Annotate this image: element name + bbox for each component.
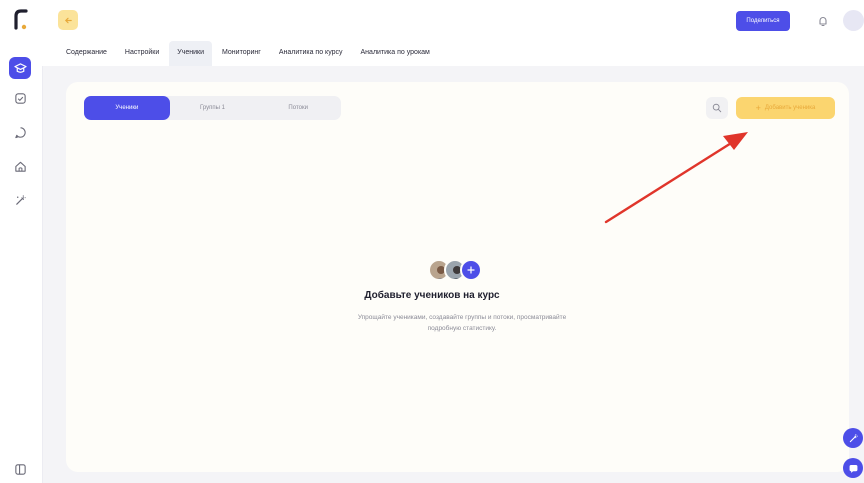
tab-students[interactable]: Ученики — [169, 41, 212, 66]
add-student-avatar[interactable] — [460, 259, 482, 281]
segment-groups[interactable]: Группы 1 — [170, 96, 256, 120]
chat-icon — [14, 126, 26, 138]
sidebar-item-messages[interactable] — [9, 121, 31, 143]
tab-lesson-analytics[interactable]: Аналитика по урокам — [353, 41, 438, 66]
checklist-icon — [14, 92, 26, 104]
chat-icon — [849, 464, 857, 473]
home-icon — [14, 161, 26, 172]
sidebar-item-home[interactable] — [9, 155, 31, 177]
plus-icon — [467, 266, 475, 274]
empty-state-description: Упрощайте учениками, создавайте группы и… — [292, 312, 632, 334]
arrow-left-icon — [64, 17, 72, 23]
sidebar-item-courses[interactable] — [9, 57, 31, 79]
magic-wand-icon — [15, 194, 26, 205]
search-icon — [712, 103, 722, 113]
empty-state-title: Добавьте учеников на курс — [364, 290, 500, 301]
bell-icon[interactable] — [816, 14, 830, 28]
support-chat-button[interactable] — [843, 458, 863, 478]
segment-streams[interactable]: Потоки — [255, 96, 341, 120]
sidebar-item-tasks[interactable] — [9, 87, 31, 109]
back-button[interactable] — [58, 10, 78, 30]
add-student-button[interactable]: + Добавить ученика — [736, 97, 835, 119]
course-tabs: Содержание Настройки Ученики Мониторинг … — [58, 41, 440, 66]
student-view-switcher: Ученики Группы 1 Потоки — [84, 96, 341, 120]
annotation-arrow — [604, 132, 748, 224]
search-button[interactable] — [706, 97, 728, 119]
sidebar-toggle[interactable] — [9, 458, 31, 480]
logo — [14, 9, 28, 30]
tab-content[interactable]: Содержание — [58, 41, 115, 66]
empty-state-description-line: подробную статистику. — [427, 325, 497, 332]
magic-wand-icon — [849, 433, 858, 442]
tab-settings[interactable]: Настройки — [117, 41, 167, 66]
tab-course-analytics[interactable]: Аналитика по курсу — [271, 41, 351, 66]
sidebar-item-ai[interactable] — [9, 189, 31, 211]
panel-icon — [14, 463, 26, 475]
tab-monitoring[interactable]: Мониторинг — [214, 41, 269, 66]
add-student-label: Добавить ученика — [764, 105, 816, 111]
user-avatar[interactable] — [843, 10, 864, 31]
top-bar: Поделиться Содержание Настройки Ученики … — [42, 0, 864, 66]
segment-students[interactable]: Ученики — [84, 96, 170, 120]
course-icon — [13, 62, 27, 73]
ai-assistant-button[interactable] — [843, 428, 863, 448]
empty-state-description-line: Упрощайте учениками, создавайте группы и… — [357, 314, 567, 321]
sidebar — [0, 0, 43, 483]
share-button[interactable]: Поделиться — [736, 11, 790, 31]
student-avatars — [428, 259, 492, 281]
plus-icon: + — [755, 102, 761, 113]
